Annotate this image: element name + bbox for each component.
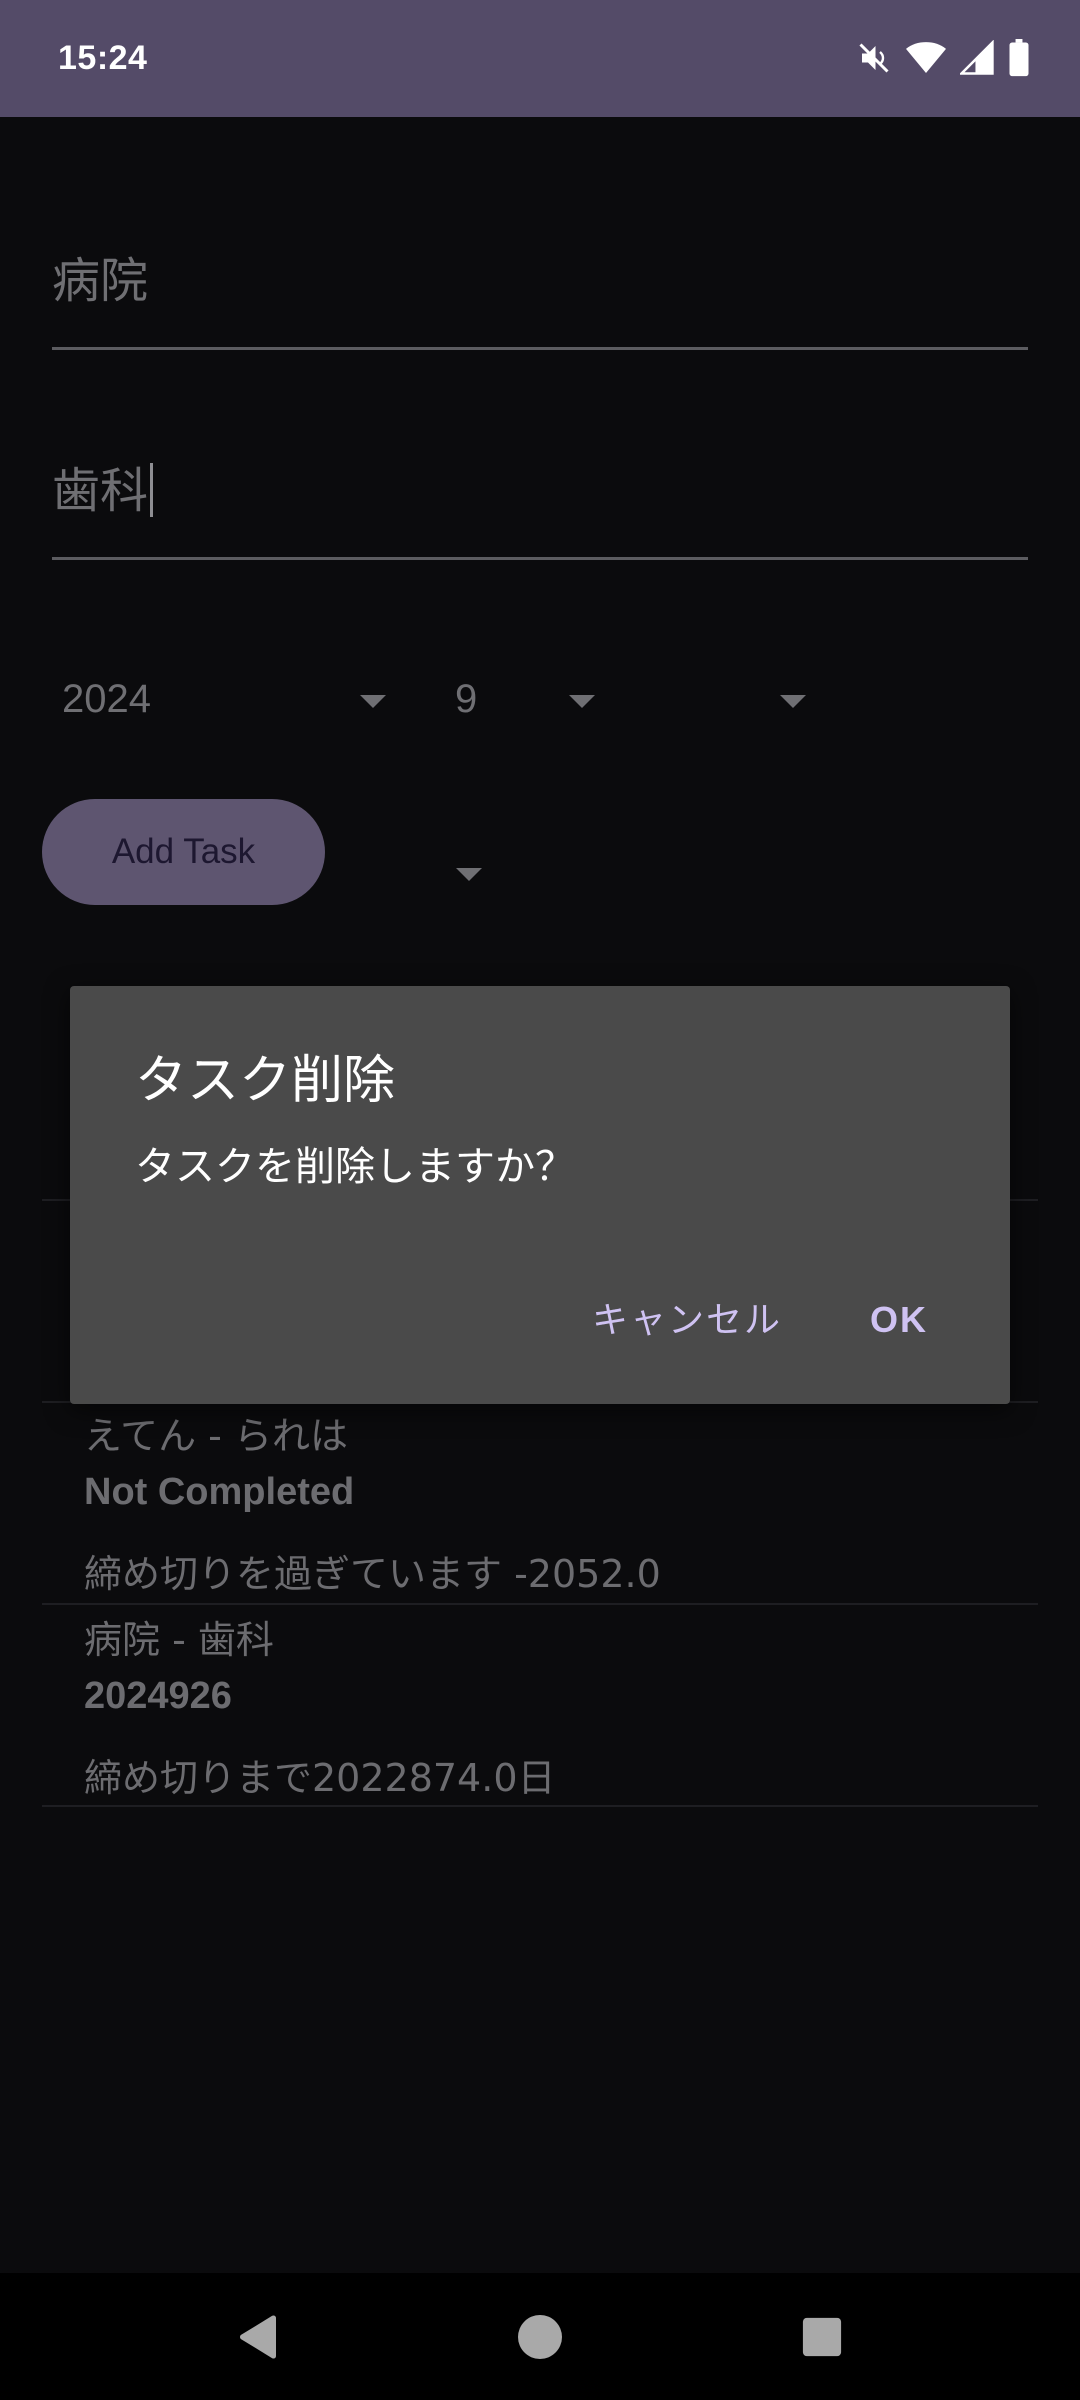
- home-button[interactable]: [480, 2273, 600, 2400]
- list-divider: [42, 1805, 1038, 1807]
- text-cursor: [150, 463, 154, 517]
- add-task-button[interactable]: Add Task: [42, 799, 325, 905]
- navigation-bar: [0, 2273, 1080, 2400]
- task-detail-value: 歯科: [52, 463, 149, 519]
- task-title-field[interactable]: 病院: [52, 217, 1028, 350]
- mute-icon: [856, 40, 892, 76]
- month-dropdown[interactable]: 9: [445, 657, 605, 747]
- back-icon: [240, 2314, 276, 2359]
- task-title: えてん - られは: [84, 1414, 348, 1458]
- status-bar: 15:24: [0, 0, 1080, 117]
- dialog-title: タスク削除: [135, 1051, 396, 1111]
- cancel-button[interactable]: キャンセル: [592, 1290, 782, 1350]
- day-dropdown[interactable]: [650, 657, 820, 747]
- task-title-value: 病院: [52, 253, 149, 309]
- task-deadline: 締め切りを過ぎています -2052.0: [84, 1552, 661, 1596]
- back-button[interactable]: [198, 2273, 318, 2400]
- dialog-message: タスクを削除しますか？: [135, 1144, 575, 1190]
- home-icon: [518, 2314, 562, 2359]
- task-detail-field[interactable]: 歯科: [52, 427, 1028, 560]
- status-icons: [856, 36, 1030, 80]
- task-status: 2024926: [84, 1675, 232, 1717]
- chevron-down-icon: [780, 695, 806, 708]
- task-title: 病院 - 歯科: [84, 1618, 274, 1662]
- chevron-down-icon: [456, 868, 482, 881]
- delete-task-dialog: タスク削除 タスクを削除しますか？ キャンセル OK: [70, 986, 1010, 1404]
- priority-dropdown[interactable]: [420, 852, 520, 942]
- recents-button[interactable]: [762, 2273, 882, 2400]
- task-deadline: 締め切りまで2022874.0日: [84, 1756, 556, 1800]
- status-time: 15:24: [58, 39, 148, 77]
- year-dropdown[interactable]: 2024: [52, 657, 392, 747]
- signal-icon: [960, 40, 994, 76]
- chevron-down-icon: [360, 695, 386, 708]
- task-detail-value-wrapper: 歯科: [52, 451, 154, 521]
- year-value: 2024: [62, 677, 151, 721]
- task-status: Not Completed: [84, 1471, 355, 1513]
- wifi-icon: [906, 40, 946, 76]
- recents-icon: [802, 2317, 842, 2356]
- ok-button[interactable]: OK: [870, 1290, 928, 1350]
- chevron-down-icon: [569, 695, 595, 708]
- month-value: 9: [455, 677, 478, 721]
- battery-icon: [1008, 39, 1030, 77]
- list-divider: [42, 1603, 1038, 1605]
